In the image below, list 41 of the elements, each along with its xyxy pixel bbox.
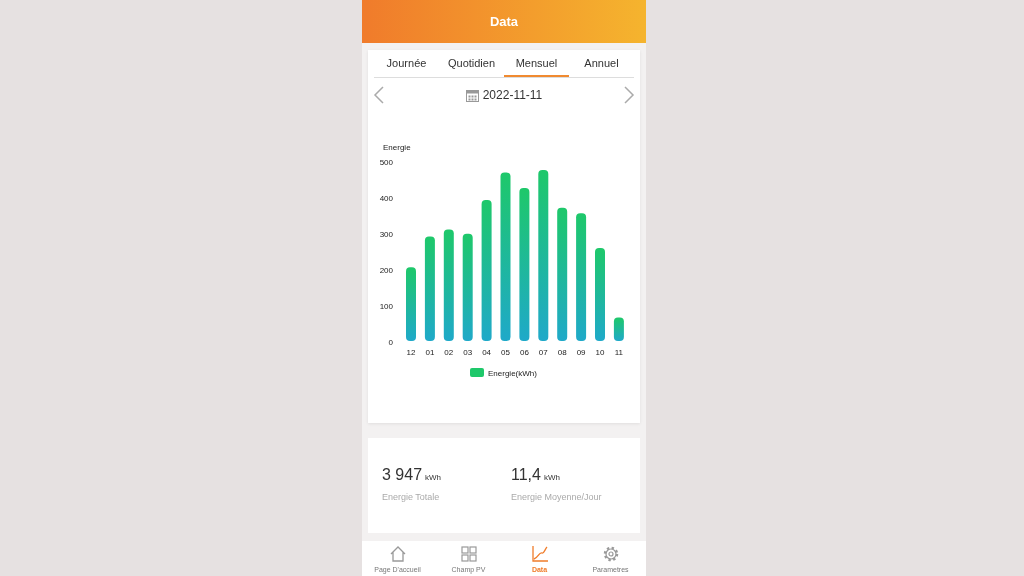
stat-label: Energie Moyenne/Jour <box>511 492 603 502</box>
next-icon[interactable] <box>623 85 635 105</box>
tick-label: 04 <box>482 348 492 357</box>
tick-label: 10 <box>595 348 605 357</box>
period-tab[interactable]: Journée <box>374 50 439 77</box>
tick-label: 200 <box>379 266 393 275</box>
period-tab[interactable]: Annuel <box>569 50 634 77</box>
period-tab[interactable]: Quotidien <box>439 50 504 77</box>
tick-label: 03 <box>463 348 473 357</box>
period-tab[interactable]: Mensuel <box>504 50 569 77</box>
tick-label: 06 <box>519 348 529 357</box>
screen-title: Data <box>489 14 519 29</box>
stat-unit: kWh <box>425 473 442 482</box>
axis-title: Energie <box>383 143 411 152</box>
settings-icon <box>601 545 620 563</box>
tick-label: 0 <box>388 338 393 347</box>
tick-label: 11 <box>614 348 624 357</box>
grid-icon <box>459 545 478 563</box>
tick-label: 01 <box>425 348 435 357</box>
stat-value: 3 947 <box>382 466 423 484</box>
tick-label: 02 <box>444 348 454 357</box>
home-icon <box>388 545 407 563</box>
previous-icon[interactable] <box>373 85 385 105</box>
line-chart-icon <box>530 545 549 563</box>
tick-label: 05 <box>501 348 510 357</box>
stat-label: Energie Totale <box>382 492 441 502</box>
tick-label: 100 <box>379 302 393 311</box>
tick-label: 08 <box>557 348 567 357</box>
legend-swatch <box>470 368 484 377</box>
tick-label: 500 <box>379 158 393 167</box>
legend-label: Energie(kWh) <box>488 369 537 378</box>
stat-unit: kWh <box>543 473 560 482</box>
calendar-icon[interactable] <box>465 88 479 102</box>
tick-label: 07 <box>538 348 548 357</box>
date-label[interactable]: 2022-11-11 <box>482 88 543 102</box>
tick-label: 400 <box>379 194 393 203</box>
tick-label: 09 <box>576 348 586 357</box>
bar <box>613 317 624 341</box>
stat-value: 11,4 <box>511 466 541 484</box>
tick-label: 300 <box>379 230 393 239</box>
tick-label: 12 <box>406 348 416 357</box>
